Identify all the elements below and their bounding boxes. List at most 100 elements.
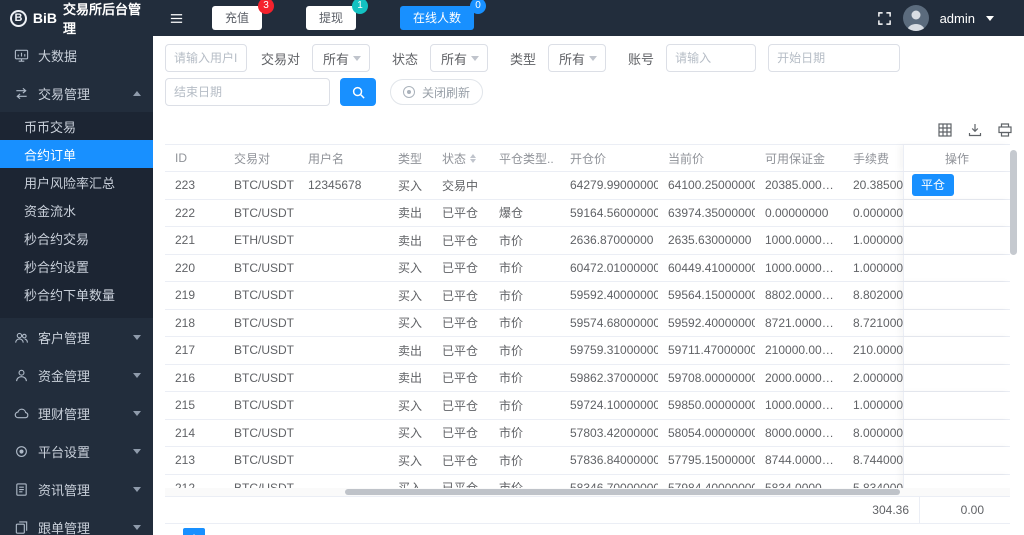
close-position-button[interactable]: 平仓 [912, 174, 955, 197]
cell-current-price: 64100.25000000 [668, 178, 755, 193]
cell-action [903, 447, 1010, 474]
document-icon [14, 482, 29, 497]
table-row: 213 BTC/USDT 买入 已平仓 市价 57836.84000000 57… [165, 447, 1010, 475]
withdraw-button[interactable]: 提现 1 [306, 0, 369, 30]
cell-status: 已平仓 [442, 371, 479, 386]
column-header-action: 操作 [903, 145, 1010, 171]
app-title: 交易所后台管理 [62, 2, 141, 36]
exchange-arrows-icon [14, 86, 29, 101]
sidebar-subitem-coin-trade[interactable]: 币币交易 [0, 112, 153, 140]
user-id-input[interactable] [165, 44, 247, 72]
cell-type: 买入 [388, 479, 432, 488]
logo: B BiB 交易所后台管理 [0, 0, 153, 37]
pagination-page-current[interactable]: 1 [183, 528, 205, 535]
user-dropdown-caret-icon[interactable] [986, 15, 994, 21]
horizontal-scrollbar [165, 488, 1010, 496]
pair-select[interactable]: 所有 [312, 44, 371, 72]
sidebar-group-platform-settings[interactable]: 平台设置 [0, 432, 153, 470]
print-icon[interactable] [997, 122, 1013, 138]
cell-margin: 8000.00000000 [765, 425, 845, 440]
online-users-button[interactable]: 在线人数 0 [400, 0, 487, 30]
cell-type: 买入 [398, 453, 423, 468]
cell-margin: 1000.00000000 [765, 233, 845, 248]
column-header-close-type[interactable]: 平仓类型.. [489, 145, 560, 171]
avatar[interactable] [902, 5, 929, 31]
sidebar-group-label: 资金管理 [38, 368, 91, 384]
sidebar-item-big-data[interactable]: 大数据 [0, 36, 153, 74]
sidebar-subitem-second-contract-order-count[interactable]: 秒合约下单数量 [0, 280, 153, 308]
cell-current-price: 2635.63000000 [668, 233, 752, 248]
fullscreen-icon[interactable] [877, 11, 892, 26]
cell-action [903, 199, 1010, 226]
cell-id: 212 [175, 480, 196, 488]
grid-icon[interactable] [937, 122, 953, 138]
refresh-toggle[interactable]: 关闭刷新 [390, 79, 484, 105]
sidebar-group-wealth-management[interactable]: 理财管理 [0, 394, 153, 432]
sidebar-group-news-management[interactable]: 资讯管理 [0, 470, 153, 508]
column-header-status-label: 状态 [442, 151, 467, 166]
sort-icon[interactable] [470, 153, 477, 163]
chevron-down-icon [589, 55, 598, 61]
cell-margin: 210000.00000000 [765, 343, 845, 358]
type-select[interactable]: 所有 [548, 44, 607, 72]
cell-close-type: 市价 [499, 233, 524, 248]
sidebar-subitem-contract-orders[interactable]: 合约订单 [0, 140, 153, 168]
horizontal-scrollbar-thumb[interactable] [345, 489, 900, 495]
cell-close-type: 市价 [489, 479, 560, 488]
recharge-button[interactable]: 充值 3 [212, 0, 275, 30]
online-users-label: 在线人数 [413, 11, 462, 25]
sidebar-subitem-user-risk-summary[interactable]: 用户风险率汇总 [0, 168, 153, 196]
cell-status: 已平仓 [442, 316, 479, 331]
cell-id: 216 [175, 370, 196, 385]
summary-last-total: 0.00 [960, 503, 984, 517]
account-input[interactable] [666, 44, 757, 72]
cell-action [903, 282, 1010, 309]
sidebar: 大数据 交易管理 币币交易 合约订单 用户风险率汇总 资金流水 秒合约交易 秒合… [0, 36, 153, 535]
sidebar-subitem-fund-flow[interactable]: 资金流水 [0, 196, 153, 224]
cell-id: 223 [175, 178, 196, 193]
sidebar-group-customer-management[interactable]: 客户管理 [0, 318, 153, 356]
cell-current-price: 58054.00000000 [668, 425, 755, 440]
collapse-sidebar-icon[interactable] [169, 11, 184, 26]
sidebar-group-trade-management[interactable]: 交易管理 [0, 74, 153, 112]
export-download-icon[interactable] [967, 122, 983, 138]
cell-current-price: 59592.40000000 [668, 315, 755, 330]
column-header-pair: 交易对 [234, 151, 271, 166]
sidebar-subitem-second-contract-trade[interactable]: 秒合约交易 [0, 224, 153, 252]
cell-pair: BTC/USDT [234, 453, 294, 468]
cell-current-price: 59708.00000000 [668, 370, 755, 385]
cell-status: 已平仓 [442, 206, 479, 221]
cell-close-type: 市价 [499, 288, 524, 303]
username[interactable]: admin [940, 11, 975, 26]
status-label: 状态 [392, 51, 419, 67]
cell-id: 215 [175, 398, 196, 413]
cell-type: 买入 [398, 426, 423, 441]
radio-icon [403, 86, 415, 98]
sidebar-subitem-second-contract-settings[interactable]: 秒合约设置 [0, 252, 153, 280]
status-select[interactable]: 所有 [430, 44, 489, 72]
column-header-type: 类型 [398, 151, 423, 166]
start-date-input[interactable] [768, 44, 901, 72]
sidebar-group-fund-management[interactable]: 资金管理 [0, 356, 153, 394]
search-button[interactable] [340, 78, 376, 106]
cell-open-price: 59759.31000000 [570, 343, 658, 358]
table-row: 223 BTC/USDT 12345678 买入 交易中 64279.99000… [165, 172, 1010, 200]
column-header-current-price: 当前价 [668, 151, 705, 166]
cell-fee: 20.38500000 [853, 178, 903, 193]
column-header-status[interactable]: 状态 [432, 145, 489, 171]
vertical-scrollbar-thumb[interactable] [1010, 150, 1017, 255]
withdraw-label: 提现 [319, 11, 344, 25]
end-date-input[interactable] [165, 78, 330, 106]
cell-margin: 5834.00000000 [765, 480, 845, 488]
status-select-value: 所有 [441, 51, 468, 67]
cell-open-price: 64279.99000000 [570, 178, 658, 193]
table-header-row: ID 交易对 用户名 类型 状态 平仓类型.. 开仓价 当前价 可用保证金 手续… [165, 144, 1010, 172]
sidebar-group-copy-trade-management[interactable]: 跟单管理 [0, 508, 153, 535]
cell-pair: BTC/USDT [234, 398, 294, 413]
table-row: 215 BTC/USDT 买入 已平仓 市价 59724.10000000 59… [165, 392, 1010, 420]
main-content: 交易对 所有 状态 所有 类型 所有 账号 [153, 36, 1024, 535]
cell-fee: 8.80200000 [853, 288, 903, 303]
cell-close-type: 爆仓 [499, 206, 524, 221]
users-icon [14, 330, 29, 345]
cell-pair: BTC/USDT [234, 315, 294, 330]
